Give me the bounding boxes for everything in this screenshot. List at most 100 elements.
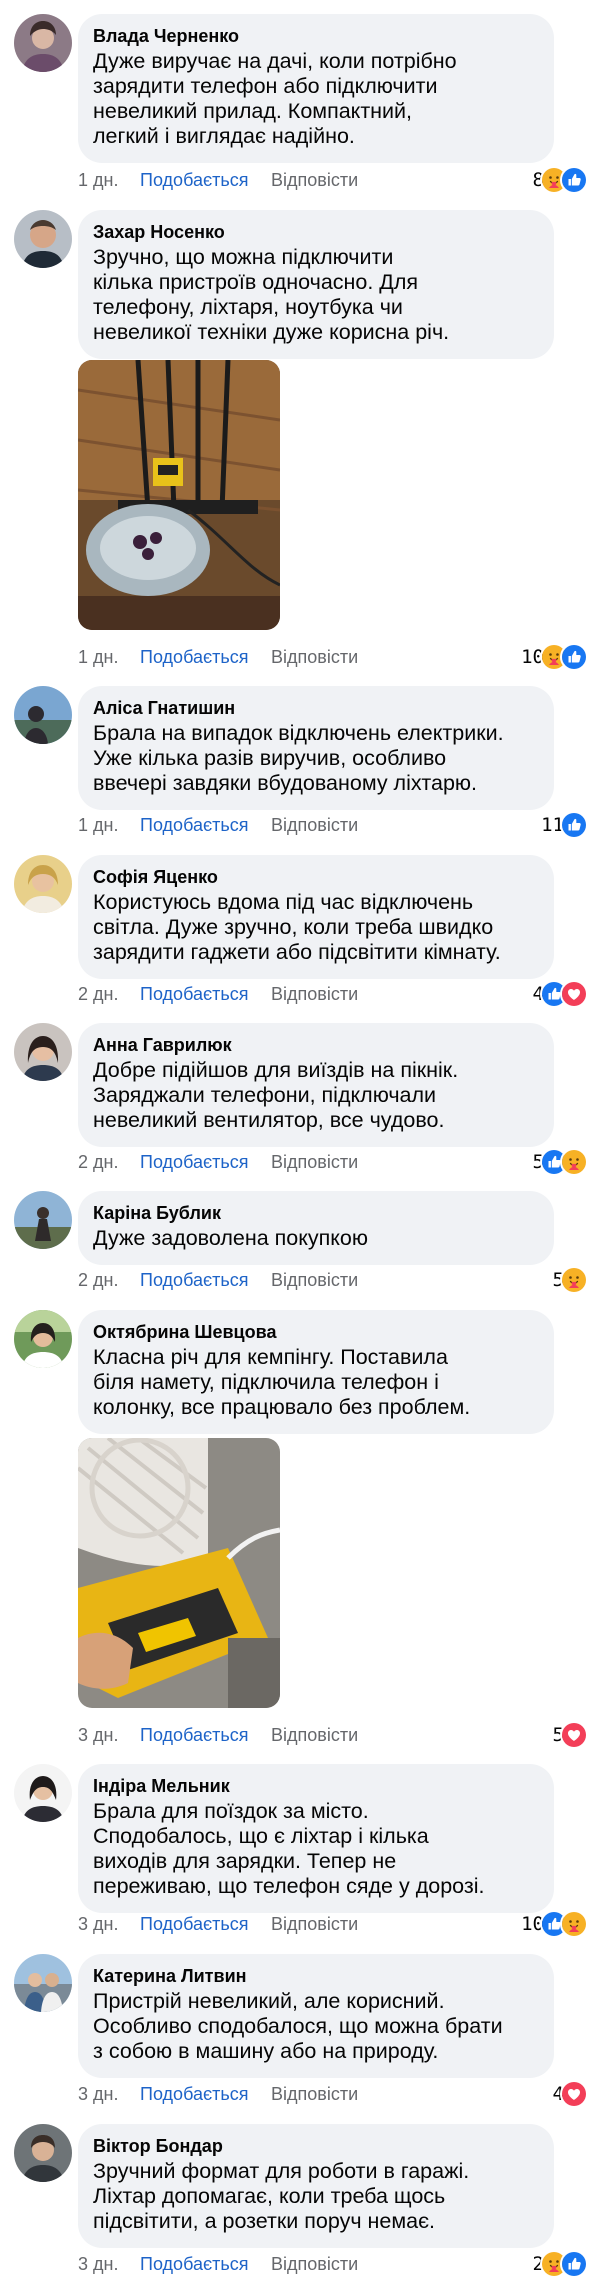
reaction-summary[interactable]: 11	[541, 811, 588, 839]
reaction-summary[interactable]: 10	[521, 1910, 588, 1938]
comment-text: Користуюсь вдома під час відключень світ…	[93, 890, 501, 964]
comment-author[interactable]: Влада Черненко	[93, 26, 536, 46]
comment-author[interactable]: Анна Гаврилюк	[93, 1035, 536, 1055]
comment-text: Брала для поїздок за місто. Сподобалось,…	[93, 1799, 485, 1898]
comment-bubble: Влада Черненко Дуже виручає на дачі, кол…	[78, 14, 554, 163]
comment-author[interactable]: Аліса Гнатишин	[93, 698, 536, 718]
avatar[interactable]	[14, 686, 72, 744]
comment-actions: 3 дн. Подобається Відповісти 4	[78, 2080, 588, 2108]
like-link[interactable]: Подобається	[140, 813, 249, 837]
comment-time[interactable]: 1 дн.	[78, 645, 118, 669]
comment-actions: 3 дн. Подобається Відповісти 5	[78, 1721, 588, 1749]
comment-actions: 1 дн. Подобається Відповісти 10	[78, 643, 588, 671]
comment-bubble: Каріна Бублик Дуже задоволена покупкою	[78, 1191, 554, 1265]
comment-photo[interactable]	[78, 1438, 280, 1708]
comment-author[interactable]: Каріна Бублик	[93, 1203, 536, 1223]
comment-actions: 3 дн. Подобається Відповісти 2	[78, 2250, 588, 2278]
care-reaction-icon	[560, 1148, 588, 1176]
avatar[interactable]	[14, 14, 72, 72]
avatar[interactable]	[14, 1310, 72, 1368]
comment-time[interactable]: 3 дн.	[78, 1912, 118, 1936]
comment-bubble: Анна Гаврилюк Добре підійшов для виїздів…	[78, 1023, 554, 1147]
reply-link[interactable]: Відповісти	[271, 982, 358, 1006]
comment-photo[interactable]	[78, 360, 280, 630]
comment-text: Зручний формат для роботи в гаражі. Ліхт…	[93, 2159, 470, 2233]
comment-text: Дуже задоволена покупкою	[93, 1226, 368, 1250]
comment-text: Класна річ для кемпінгу. Поставила біля …	[93, 1345, 471, 1419]
avatar[interactable]	[14, 855, 72, 913]
comment-author[interactable]: Катерина Литвин	[93, 1966, 536, 1986]
comment-time[interactable]: 3 дн.	[78, 1723, 118, 1747]
comment-actions: 2 дн. Подобається Відповісти 5	[78, 1148, 588, 1176]
reaction-summary[interactable]: 2	[533, 2250, 588, 2278]
like-reaction-icon	[560, 2250, 588, 2278]
like-link[interactable]: Подобається	[140, 168, 249, 192]
like-link[interactable]: Подобається	[140, 1268, 249, 1292]
reaction-summary[interactable]: 5	[533, 1148, 588, 1176]
avatar[interactable]	[14, 1191, 72, 1249]
comment-text: Дуже виручає на дачі, коли потрібно заря…	[93, 49, 457, 148]
like-link[interactable]: Подобається	[140, 645, 249, 669]
reaction-summary[interactable]: 5	[553, 1721, 588, 1749]
like-link[interactable]: Подобається	[140, 2252, 249, 2276]
comment-actions: 3 дн. Подобається Відповісти 10	[78, 1910, 588, 1938]
comment-author[interactable]: Індіра Мельник	[93, 1776, 536, 1796]
comment-time[interactable]: 2 дн.	[78, 982, 118, 1006]
reply-link[interactable]: Відповісти	[271, 813, 358, 837]
reply-link[interactable]: Відповісти	[271, 1723, 358, 1747]
reaction-summary[interactable]: 8	[533, 166, 588, 194]
comment-actions: 2 дн. Подобається Відповісти 4	[78, 980, 588, 1008]
comment-bubble: Катерина Литвин Пристрій невеликий, але …	[78, 1954, 554, 2078]
comment-text: Добре підійшов для виїздів на пікнік. За…	[93, 1058, 459, 1132]
comment-time[interactable]: 1 дн.	[78, 168, 118, 192]
reply-link[interactable]: Відповісти	[271, 645, 358, 669]
like-link[interactable]: Подобається	[140, 2082, 249, 2106]
avatar[interactable]	[14, 1954, 72, 2012]
comment-time[interactable]: 3 дн.	[78, 2082, 118, 2106]
like-link[interactable]: Подобається	[140, 982, 249, 1006]
comment-actions: 1 дн. Подобається Відповісти 11	[78, 811, 588, 839]
comment-author[interactable]: Октябрина Шевцова	[93, 1322, 536, 1342]
reply-link[interactable]: Відповісти	[271, 1150, 358, 1174]
comment-time[interactable]: 2 дн.	[78, 1268, 118, 1292]
love-reaction-icon	[560, 2080, 588, 2108]
comment-author[interactable]: Софія Яценко	[93, 867, 536, 887]
reply-link[interactable]: Відповісти	[271, 1268, 358, 1292]
like-reaction-icon	[560, 166, 588, 194]
reply-link[interactable]: Відповісти	[271, 1912, 358, 1936]
reaction-summary[interactable]: 4	[533, 980, 588, 1008]
comment-author[interactable]: Віктор Бондар	[93, 2136, 536, 2156]
comment-bubble: Аліса Гнатишин Брала на випадок відключе…	[78, 686, 554, 810]
comment-actions: 1 дн. Подобається Відповісти 8	[78, 166, 588, 194]
comment-text: Брала на випадок відключень електрики. У…	[93, 721, 504, 795]
reply-link[interactable]: Відповісти	[271, 2252, 358, 2276]
care-reaction-icon	[560, 1266, 588, 1294]
comment-text: Пристрій невеликий, але корисний. Особли…	[93, 1989, 503, 2063]
avatar[interactable]	[14, 210, 72, 268]
like-link[interactable]: Подобається	[140, 1150, 249, 1174]
comment-text: Зручно, що можна підключити кілька прист…	[93, 245, 450, 344]
avatar[interactable]	[14, 1764, 72, 1822]
reaction-summary[interactable]: 4	[553, 2080, 588, 2108]
comment-time[interactable]: 2 дн.	[78, 1150, 118, 1174]
like-link[interactable]: Подобається	[140, 1723, 249, 1747]
like-link[interactable]: Подобається	[140, 1912, 249, 1936]
comment-author[interactable]: Захар Носенко	[93, 222, 536, 242]
comment-bubble: Індіра Мельник Брала для поїздок за міст…	[78, 1764, 554, 1913]
love-reaction-icon	[560, 980, 588, 1008]
comment-bubble: Захар Носенко Зручно, що можна підключит…	[78, 210, 554, 359]
comment-actions: 2 дн. Подобається Відповісти 5	[78, 1266, 588, 1294]
comments-page: { "labels": { "like": "Подобається", "re…	[0, 0, 600, 2288]
comment-bubble: Софія Яценко Користуюсь вдома під час ві…	[78, 855, 554, 979]
reply-link[interactable]: Відповісти	[271, 168, 358, 192]
love-reaction-icon	[560, 1721, 588, 1749]
comment-time[interactable]: 1 дн.	[78, 813, 118, 837]
avatar[interactable]	[14, 2124, 72, 2182]
reaction-summary[interactable]: 5	[553, 1266, 588, 1294]
avatar[interactable]	[14, 1023, 72, 1081]
reaction-summary[interactable]: 10	[521, 643, 588, 671]
comment-time[interactable]: 3 дн.	[78, 2252, 118, 2276]
reply-link[interactable]: Відповісти	[271, 2082, 358, 2106]
comment-bubble: Віктор Бондар Зручний формат для роботи …	[78, 2124, 554, 2248]
like-reaction-icon	[560, 643, 588, 671]
